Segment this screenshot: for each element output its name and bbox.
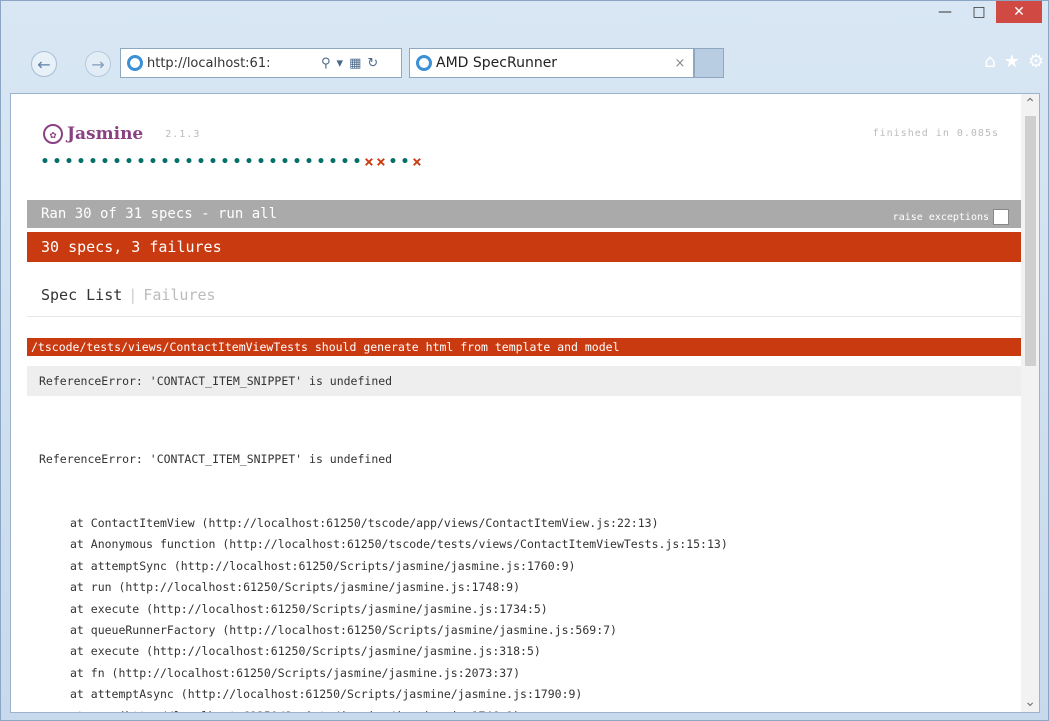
scroll-thumb[interactable] (1025, 116, 1036, 366)
failure-message: ReferenceError: 'CONTACT_ITEM_SNIPPET' i… (27, 366, 1023, 396)
address-bar[interactable]: http://localhost:61: ⚲ ▾ ▦ ↻ (120, 48, 402, 78)
home-icon[interactable]: ⌂ (984, 51, 995, 72)
spec-pass-symbol[interactable]: • (39, 154, 51, 170)
spec-pass-symbol[interactable]: • (87, 154, 99, 170)
forward-arrow-icon: → (91, 54, 105, 74)
forward-button[interactable]: → (85, 51, 111, 77)
new-tab-button[interactable] (694, 48, 724, 78)
menu-separator: | (128, 286, 138, 304)
jasmine-version: 2.1.3 (165, 128, 201, 140)
refresh-icon[interactable]: ↻ (367, 56, 378, 71)
vertical-scrollbar[interactable]: ⌃ ⌄ (1021, 94, 1039, 712)
spec-pass-symbol[interactable]: • (63, 154, 75, 170)
failure-summary-bar: 30 specs, 3 failures (27, 232, 1023, 262)
dropdown-icon[interactable]: ▾ (337, 56, 344, 71)
search-icon[interactable]: ⚲ (321, 56, 331, 71)
spec-pass-symbol[interactable]: • (387, 154, 399, 170)
spec-pass-symbol[interactable]: • (75, 154, 87, 170)
spec-symbol-summary: • • • • • • • • • • • • • • • • • • • • • • • • • • • × × • • × (39, 152, 423, 171)
favorites-star-icon[interactable]: ★ (1004, 51, 1020, 72)
jasmine-reporter: ✿ Jasmine 2.1.3 finished in 0.085s • • • • •… (11, 94, 1023, 712)
skipped-alert-bar: Ran 30 of 31 specs - run all raise excep… (27, 200, 1023, 228)
spec-pass-symbol[interactable]: • (171, 154, 183, 170)
stack-trace-line: at run (http://localhost:61250/Scripts/j… (39, 706, 728, 712)
spec-pass-symbol[interactable]: • (123, 154, 135, 170)
spec-pass-symbol[interactable]: • (339, 154, 351, 170)
back-button[interactable]: ← (31, 51, 57, 77)
raise-exceptions-option: raise exceptions (893, 209, 1009, 225)
spec-pass-symbol[interactable]: • (231, 154, 243, 170)
stack-trace-line: at ContactItemView (http://localhost:612… (70, 516, 659, 531)
spec-pass-symbol[interactable]: • (255, 154, 267, 170)
compatibility-icon[interactable]: ▦ (349, 56, 361, 71)
stack-trace: ReferenceError: 'CONTACT_ITEM_SNIPPET' i… (39, 406, 728, 712)
close-window-button[interactable]: ✕ (996, 1, 1042, 23)
address-url[interactable]: http://localhost:61: (147, 56, 317, 71)
browser-toolbar: ⌂ ★ ⚙ (984, 51, 1044, 72)
spec-pass-symbol[interactable]: • (351, 154, 363, 170)
run-duration: finished in 0.085s (872, 128, 999, 139)
stack-trace-line: at queueRunnerFactory (http://localhost:… (70, 623, 617, 638)
stack-trace-line: at fn (http://localhost:61250/Scripts/ja… (70, 665, 521, 680)
spec-list-link[interactable]: Spec List (41, 286, 122, 304)
tab-specrunner[interactable]: AMD SpecRunner × (409, 48, 694, 78)
spec-pass-symbol[interactable]: • (219, 154, 231, 170)
stack-trace-line: at execute (http://localhost:61250/Scrip… (70, 601, 548, 616)
spec-pass-symbol[interactable]: • (147, 154, 159, 170)
tab-close-button[interactable]: × (667, 56, 693, 71)
ie-logo-icon (127, 55, 143, 71)
spec-pass-symbol[interactable]: • (195, 154, 207, 170)
jasmine-banner: ✿ Jasmine 2.1.3 (43, 124, 200, 144)
spec-pass-symbol[interactable]: • (243, 154, 255, 170)
ie-logo-icon (416, 55, 432, 71)
run-all-link[interactable]: Ran 30 of 31 specs - run all (41, 206, 277, 222)
spec-fail-symbol[interactable]: × (363, 152, 375, 171)
results-menu: Spec List | Failures (41, 286, 216, 304)
maximize-button[interactable]: □ (962, 1, 996, 23)
failed-spec-description[interactable]: /tscode/tests/views/ContactItemViewTests… (27, 338, 1023, 356)
spec-fail-symbol[interactable]: × (375, 152, 387, 171)
stack-trace-line: at Anonymous function (http://localhost:… (70, 537, 728, 552)
back-arrow-icon: ← (37, 54, 51, 74)
scroll-up-icon[interactable]: ⌃ (1024, 96, 1036, 112)
spec-pass-symbol[interactable]: • (291, 154, 303, 170)
window-controls: — □ ✕ (928, 1, 1042, 23)
spec-pass-symbol[interactable]: • (315, 154, 327, 170)
spec-pass-symbol[interactable]: • (111, 154, 123, 170)
stack-trace-line: at execute (http://localhost:61250/Scrip… (70, 644, 541, 659)
spec-pass-symbol[interactable]: • (327, 154, 339, 170)
spec-pass-symbol[interactable]: • (207, 154, 219, 170)
jasmine-title: Jasmine (67, 124, 144, 144)
tab-title: AMD SpecRunner (436, 55, 558, 71)
spec-pass-symbol[interactable]: • (279, 154, 291, 170)
raise-exceptions-checkbox[interactable] (993, 209, 1009, 225)
spec-pass-symbol[interactable]: • (135, 154, 147, 170)
browser-window: — □ ✕ ← → http://localhost:61: ⚲ ▾ ▦ ↻ A… (0, 0, 1049, 721)
stack-trace-header: ReferenceError: 'CONTACT_ITEM_SNIPPET' i… (39, 451, 393, 466)
menu-divider (27, 316, 1023, 317)
spec-pass-symbol[interactable]: • (99, 154, 111, 170)
page-content: ✿ Jasmine 2.1.3 finished in 0.085s • • • • •… (10, 93, 1040, 713)
stack-trace-line: at run (http://localhost:61250/Scripts/j… (70, 580, 521, 595)
spec-pass-symbol[interactable]: • (267, 154, 279, 170)
spec-pass-symbol[interactable]: • (183, 154, 195, 170)
spec-fail-symbol[interactable]: × (411, 152, 423, 171)
jasmine-flower-icon: ✿ (43, 124, 63, 144)
stack-trace-line: at attemptAsync (http://localhost:61250/… (70, 687, 583, 702)
failures-link[interactable]: Failures (143, 286, 215, 304)
raise-exceptions-label: raise exceptions (892, 211, 989, 223)
minimize-button[interactable]: — (928, 1, 962, 23)
spec-pass-symbol[interactable]: • (399, 154, 411, 170)
scroll-down-icon[interactable]: ⌄ (1024, 694, 1036, 710)
spec-pass-symbol[interactable]: • (51, 154, 63, 170)
spec-pass-symbol[interactable]: • (303, 154, 315, 170)
spec-pass-symbol[interactable]: • (159, 154, 171, 170)
settings-gear-icon[interactable]: ⚙ (1028, 51, 1044, 72)
stack-trace-line: at attemptSync (http://localhost:61250/S… (70, 558, 576, 573)
